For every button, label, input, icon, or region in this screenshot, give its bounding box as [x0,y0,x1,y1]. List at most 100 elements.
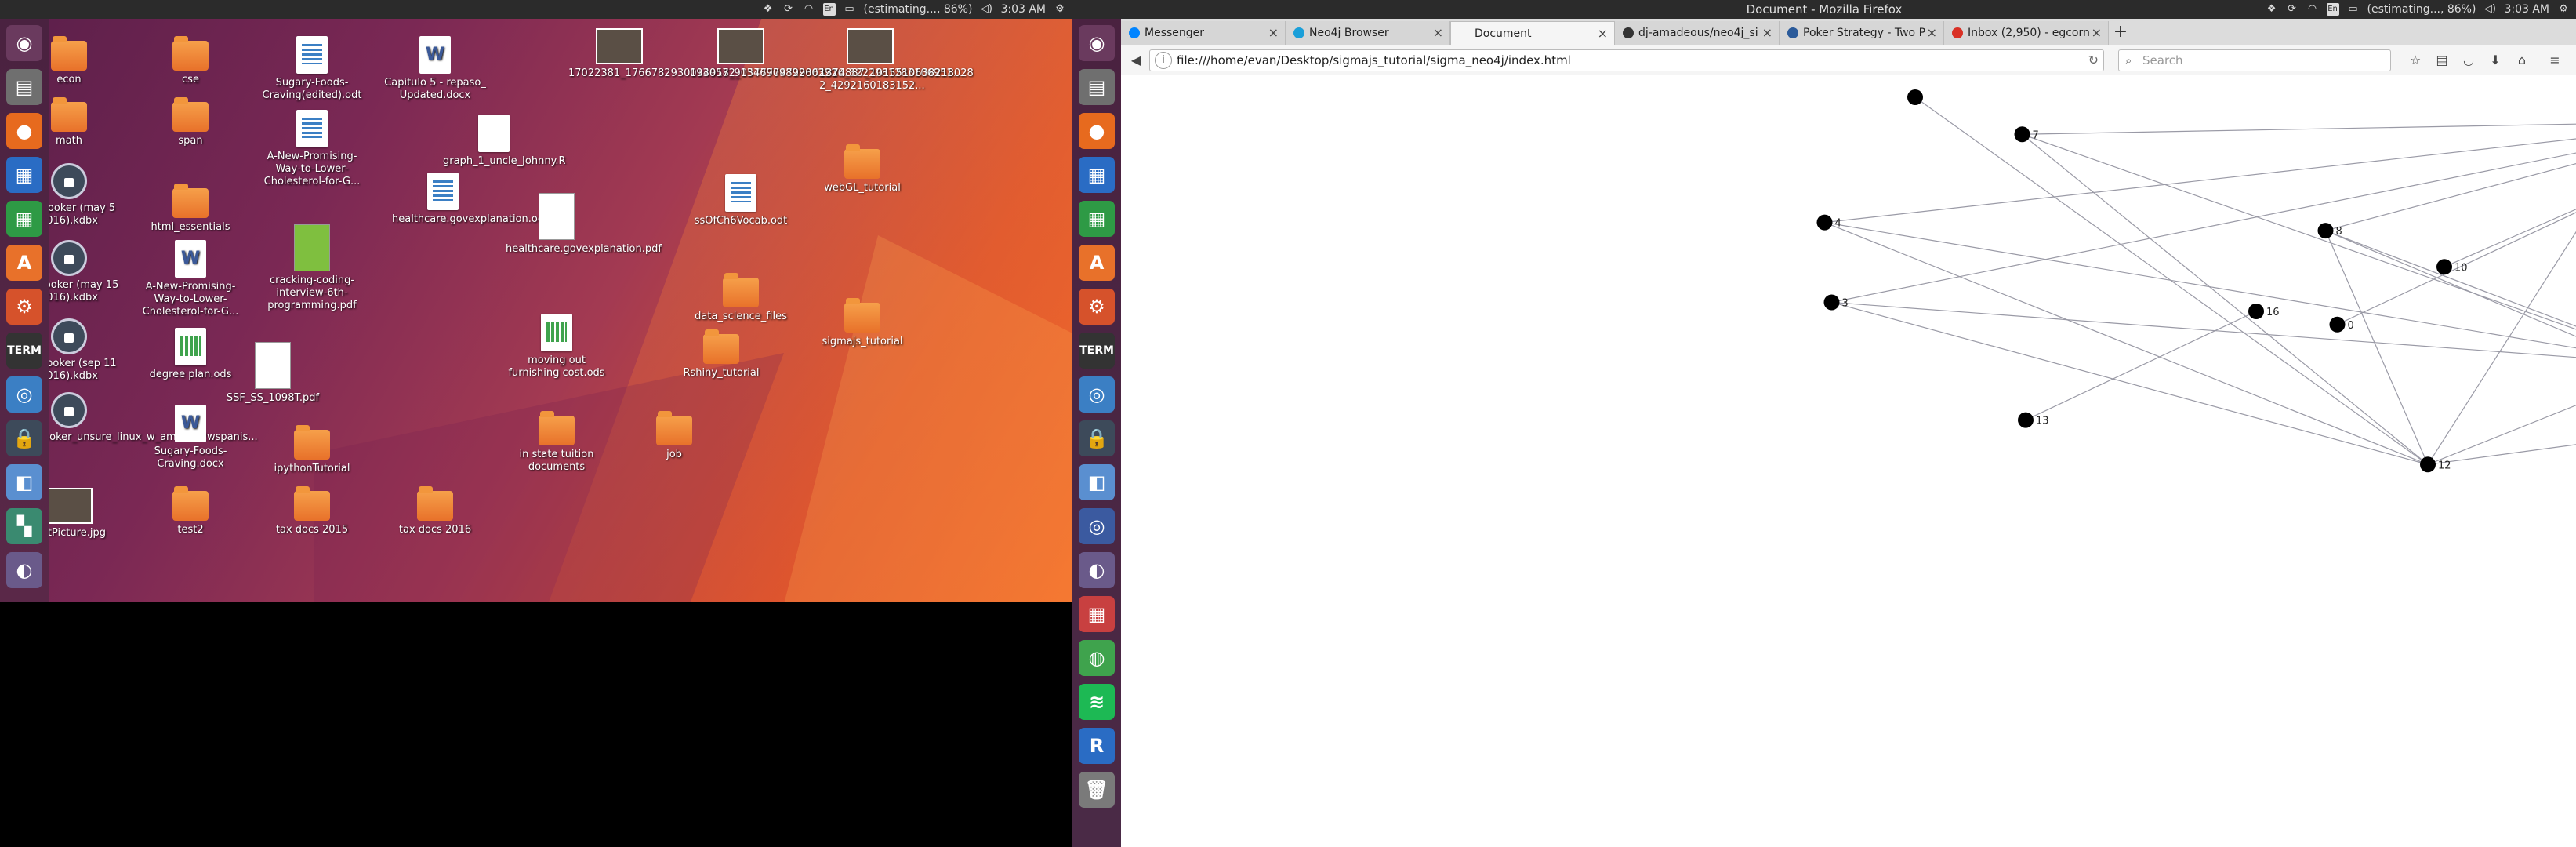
terminal-icon[interactable]: TERM [1079,333,1115,369]
search-input[interactable]: ⌕ Search [2118,49,2391,71]
tab-inbox-2-950-egcorn[interactable]: Inbox (2,950) - egcorn × [1944,21,2109,45]
desktop-item[interactable]: tax docs 2015 [261,486,363,536]
wifi-icon[interactable]: ◠ [2306,3,2319,16]
url-text[interactable]: file:///home/evan/Desktop/sigmajs_tutori… [1177,53,1571,67]
terminal-icon[interactable]: TERM [6,333,42,369]
desktop-item[interactable]: W Sugary-Foods-Craving.docx [140,405,241,471]
desktop-item[interactable]: data_science_files [690,273,792,323]
disk-icon[interactable]: ◐ [6,552,42,588]
tab-document[interactable]: Document × [1450,21,1615,45]
clock[interactable]: 3:03 AM [1000,3,1046,16]
chromium-icon[interactable]: ◎ [1079,376,1115,413]
android-icon[interactable]: ◍ [1079,640,1115,676]
clock[interactable]: 3:03 AM [2504,3,2549,16]
reading-list-icon[interactable]: ▤ [2433,52,2451,69]
graph-node-10[interactable] [2436,259,2452,275]
sync-icon[interactable]: ⟳ [2286,3,2298,16]
reload-icon[interactable]: ↻ [2088,50,2099,71]
desktop-item[interactable]: cse [140,36,241,86]
url-bar[interactable]: i file:///home/evan/Desktop/sigmajs_tuto… [1149,49,2104,71]
dropbox-icon[interactable]: ❖ [762,3,775,16]
desktop-item[interactable]: ssOfCh6Vocab.odt [690,174,792,227]
libreoffice-writer-icon[interactable]: ▦ [6,157,42,193]
new-tab-button[interactable]: + [2109,21,2132,45]
graph-node-4[interactable] [1816,214,1833,231]
r-icon[interactable]: R [1079,728,1115,764]
close-tab-icon[interactable]: × [1268,21,1279,45]
ubuntu-dash-icon[interactable]: ◉ [6,25,42,61]
desktop-item[interactable]: 1374887_1015510638218028 2_4292160183152… [819,28,974,93]
files-icon[interactable]: ▤ [6,69,42,105]
desktop-item[interactable]: 1930572_1346909892002226_322298128310695… [690,28,963,80]
gear-icon[interactable]: ⚙ [1054,3,1066,16]
graph-node-8[interactable] [2317,223,2334,239]
spotify-icon[interactable]: ≋ [1079,684,1115,720]
desktop-item[interactable]: span [140,97,241,147]
pocket-icon[interactable]: ◡ [2460,52,2477,69]
close-tab-icon[interactable]: × [1927,21,1937,45]
game-icon[interactable]: ▦ [1079,596,1115,632]
site-info-icon[interactable]: i [1155,52,1172,69]
desktop-item[interactable]: webGL_tutorial [811,144,913,194]
tab-messenger[interactable]: Messenger × [1121,21,1286,45]
tab-poker-strategy-two-p[interactable]: Poker Strategy - Two P × [1780,21,1944,45]
keyboard-layout-icon[interactable]: En [822,3,836,16]
desktop-item[interactable]: W Capitulo 5 - repaso_ Updated.docx [384,36,486,102]
disk-icon[interactable]: ◐ [1079,552,1115,588]
desktop-item[interactable]: healthcare.govexplanation.pdf [506,193,662,256]
battery-icon[interactable]: ▭ [2347,3,2360,16]
desktop-item[interactable]: SSF_SS_1098T.pdf [222,342,324,405]
sigma-graph[interactable]: 75214810316011961312 [1121,75,2576,847]
volume-icon[interactable]: ◁) [2483,3,2496,16]
desktop-item[interactable]: html_essentials [140,184,241,234]
graph-node-7[interactable] [2014,126,2030,143]
download-icon[interactable]: ⬇ [2487,52,2504,69]
volume-icon[interactable]: ◁) [980,3,992,16]
close-tab-icon[interactable]: × [1598,22,1608,45]
desktop-item[interactable]: sigmajs_tutorial [811,298,913,348]
home-icon[interactable]: ⌂ [2513,52,2531,69]
graph-node-13[interactable] [2018,412,2034,428]
workspace-switcher-icon[interactable]: ▚ [6,508,42,544]
tab-dj-amadeous-neo4j-si[interactable]: dj-amadeous/neo4j_si × [1615,21,1780,45]
gear-icon[interactable]: ⚙ [2557,3,2570,16]
desktop-item[interactable]: graph_1_uncle_Johnny.R [443,115,566,168]
keyboard-layout-icon[interactable]: En [2326,3,2339,16]
graph-node-12[interactable] [2420,456,2436,473]
software-center-icon[interactable]: A [1079,245,1115,281]
firefox-icon[interactable]: ● [6,113,42,149]
desktop-item[interactable]: ipythonTutorial [261,425,363,475]
battery-icon[interactable]: ▭ [844,3,856,16]
desktop-item[interactable]: healthcare.govexplanation.odt [392,173,548,226]
libreoffice-calc-icon[interactable]: ▦ [6,201,42,237]
files-icon[interactable]: ▤ [1079,69,1115,105]
libreoffice-calc-icon[interactable]: ▦ [1079,201,1115,237]
close-tab-icon[interactable]: × [1433,21,1443,45]
libreoffice-writer-icon[interactable]: ▦ [1079,157,1115,193]
trash-icon[interactable]: 🗑 [1079,772,1115,808]
wifi-icon[interactable]: ◠ [803,3,815,16]
virtualbox-icon[interactable]: ◧ [1079,464,1115,500]
compass-icon[interactable]: ◎ [1079,508,1115,544]
bookmark-star-icon[interactable]: ☆ [2407,52,2424,69]
desktop-item[interactable]: Rshiny_tutorial [670,329,772,380]
close-tab-icon[interactable]: × [2092,21,2102,45]
graph-node-16[interactable] [2248,304,2264,319]
desktop-item[interactable]: cracking-coding-interview-6th-programmin… [261,224,363,312]
dropbox-icon[interactable]: ❖ [2266,3,2278,16]
sync-icon[interactable]: ⟳ [782,3,795,16]
keepass-icon[interactable]: 🔒 [1079,420,1115,456]
graph-node-3[interactable] [1823,294,1840,311]
chromium-icon[interactable]: ◎ [6,376,42,413]
back-button[interactable]: ◀ [1127,52,1145,69]
system-settings-icon[interactable]: ⚙ [1079,289,1115,325]
graph-node-0[interactable] [2329,316,2346,333]
keepass-icon[interactable]: 🔒 [6,420,42,456]
tab-neo4j-browser[interactable]: Neo4j Browser × [1286,21,1450,45]
firefox-icon[interactable]: ● [1079,113,1115,149]
software-center-icon[interactable]: A [6,245,42,281]
graph-node-top[interactable] [1907,89,1923,105]
desktop-item[interactable]: Sugary-Foods-Craving(edited).odt [261,36,363,102]
virtualbox-icon[interactable]: ◧ [6,464,42,500]
desktop-item[interactable]: A-New-Promising-Way-to-Lower-Cholesterol… [261,110,363,188]
